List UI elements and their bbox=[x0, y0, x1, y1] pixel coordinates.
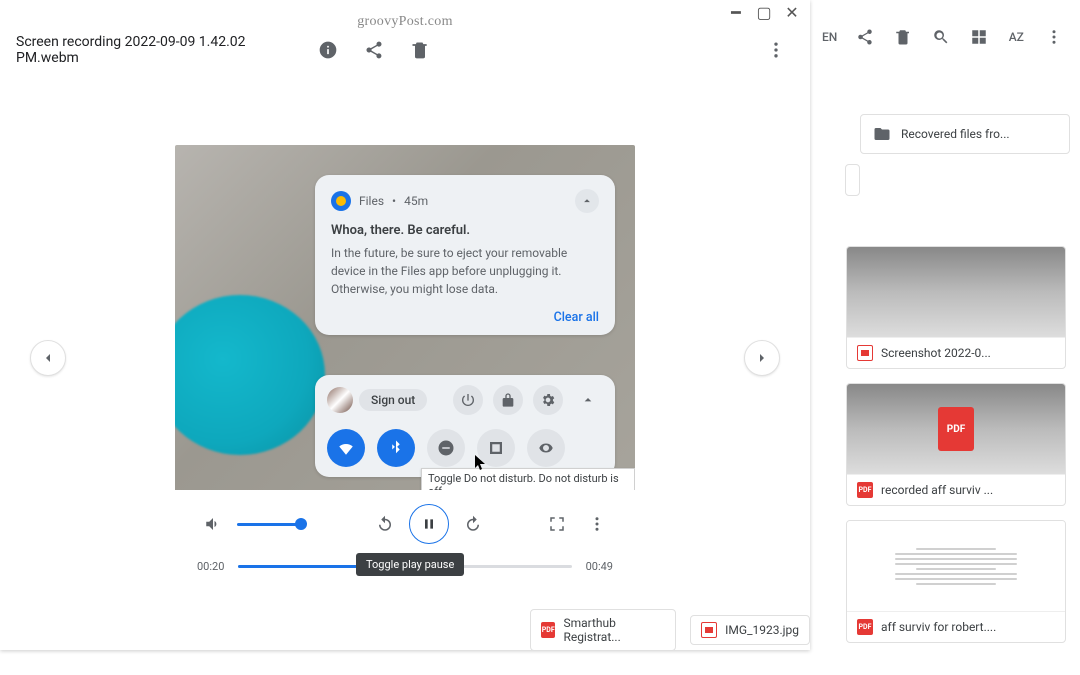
recovered-label: Recovered files fro... bbox=[901, 127, 1010, 141]
video-filename: Screen recording 2022-09-09 1.42.02 PM.w… bbox=[16, 34, 310, 66]
play-pause-button[interactable] bbox=[409, 504, 449, 544]
wifi-tile[interactable] bbox=[327, 429, 365, 467]
lang-badge[interactable]: EN bbox=[816, 26, 843, 48]
more-icon[interactable] bbox=[1038, 20, 1070, 54]
collapse-icon[interactable] bbox=[575, 189, 599, 213]
sign-out-button[interactable]: Sign out bbox=[359, 389, 427, 411]
current-time: 00:20 bbox=[197, 560, 224, 573]
next-button[interactable] bbox=[744, 340, 780, 376]
more-icon[interactable] bbox=[758, 32, 794, 68]
share-icon[interactable] bbox=[356, 32, 392, 68]
user-avatar[interactable] bbox=[327, 387, 353, 413]
expand-up-icon[interactable] bbox=[573, 385, 603, 415]
player-more-icon[interactable] bbox=[581, 508, 613, 540]
quick-settings-panel: Sign out bbox=[315, 375, 615, 477]
clear-all-button[interactable]: Clear all bbox=[331, 310, 599, 325]
notification-app-icon bbox=[331, 191, 351, 211]
pdf-file-icon: PDF bbox=[857, 482, 873, 498]
visibility-off-tile[interactable] bbox=[527, 429, 565, 467]
notification-card: Files • 45m Whoa, there. Be careful. In … bbox=[315, 175, 615, 335]
delete-icon[interactable] bbox=[402, 32, 438, 68]
share-icon[interactable] bbox=[849, 20, 881, 54]
view-grid-icon[interactable] bbox=[963, 20, 995, 54]
window-close-icon[interactable]: ✕ bbox=[784, 4, 800, 20]
power-icon[interactable] bbox=[453, 385, 483, 415]
volume-slider[interactable] bbox=[237, 523, 301, 526]
folder-icon bbox=[873, 125, 891, 143]
pdf-big-icon: PDF bbox=[938, 407, 974, 451]
files-panel: EN AZ Recovered files fro... Screenshot … bbox=[810, 0, 1080, 675]
thumbnail-grid: Screenshot 2022-0... PDF PDF recorded af… bbox=[810, 246, 1080, 643]
dot-separator: • bbox=[392, 194, 396, 208]
file-chip[interactable]: IMG_1923.jpg bbox=[690, 615, 810, 645]
window-maximize-icon[interactable]: ▢ bbox=[756, 4, 772, 20]
file-chip-label: IMG_1923.jpg bbox=[725, 623, 799, 637]
cursor-icon bbox=[475, 455, 487, 471]
info-icon[interactable] bbox=[310, 32, 346, 68]
viewer-header: Screen recording 2022-09-09 1.42.02 PM.w… bbox=[0, 30, 810, 70]
duration-time: 00:49 bbox=[586, 560, 613, 573]
video-frame: Files • 45m Whoa, there. Be careful. In … bbox=[175, 145, 635, 495]
image-file-icon bbox=[857, 345, 873, 361]
thumbnail-label: recorded aff surviv ... bbox=[881, 483, 993, 497]
pdf-file-icon: PDF bbox=[541, 622, 555, 638]
player-controls: 00:20 00:49 bbox=[175, 490, 635, 600]
video-viewer-window: groovyPost.com ━ ▢ ✕ Screen recording 20… bbox=[0, 0, 810, 650]
volume-icon[interactable] bbox=[197, 508, 229, 540]
notification-app-name: Files bbox=[359, 194, 384, 208]
pdf-file-icon: PDF bbox=[857, 619, 873, 635]
fullscreen-icon[interactable] bbox=[541, 508, 573, 540]
play-pause-tooltip: Toggle play pause bbox=[356, 553, 464, 576]
settings-icon[interactable] bbox=[533, 385, 563, 415]
bluetooth-tile[interactable] bbox=[377, 429, 415, 467]
delete-icon[interactable] bbox=[887, 20, 919, 54]
recovered-folder-chip[interactable]: Recovered files fro... bbox=[860, 114, 1070, 154]
thumbnail-label: aff surviv for robert.... bbox=[881, 620, 996, 634]
file-chip-label: Smarthub Registrat... bbox=[563, 616, 665, 644]
notification-age: 45m bbox=[404, 194, 428, 208]
prev-button[interactable] bbox=[30, 340, 66, 376]
rewind-10-icon[interactable] bbox=[369, 508, 401, 540]
dnd-tile[interactable] bbox=[427, 429, 465, 467]
sort-az-icon[interactable]: AZ bbox=[1000, 20, 1032, 54]
thumbnail-card[interactable]: PDF PDF recorded aff surviv ... bbox=[846, 383, 1066, 506]
thumbnail-label: Screenshot 2022-0... bbox=[881, 346, 991, 360]
search-icon[interactable] bbox=[925, 20, 957, 54]
watermark: groovyPost.com bbox=[357, 14, 453, 30]
thumbnail-card[interactable]: PDF aff surviv for robert.... bbox=[846, 520, 1066, 643]
seek-fill bbox=[238, 565, 375, 568]
files-toolbar: EN AZ bbox=[810, 0, 1080, 64]
thumbnail-card[interactable]: Screenshot 2022-0... bbox=[846, 246, 1066, 369]
image-file-icon bbox=[701, 622, 717, 638]
window-minimize-icon[interactable]: ━ bbox=[728, 4, 744, 20]
file-chip[interactable]: PDF Smarthub Registrat... bbox=[530, 609, 676, 651]
thumbnail-preview bbox=[847, 521, 1065, 611]
bottom-file-row: PDF Smarthub Registrat... IMG_1923.jpg bbox=[0, 610, 810, 650]
ghost-chip bbox=[845, 164, 860, 196]
notification-title: Whoa, there. Be careful. bbox=[331, 223, 599, 238]
forward-10-icon[interactable] bbox=[457, 508, 489, 540]
thumbnail-preview: PDF bbox=[847, 384, 1065, 474]
notification-body: In the future, be sure to eject your rem… bbox=[331, 244, 599, 298]
lock-icon[interactable] bbox=[493, 385, 523, 415]
thumbnail-preview bbox=[847, 247, 1065, 337]
